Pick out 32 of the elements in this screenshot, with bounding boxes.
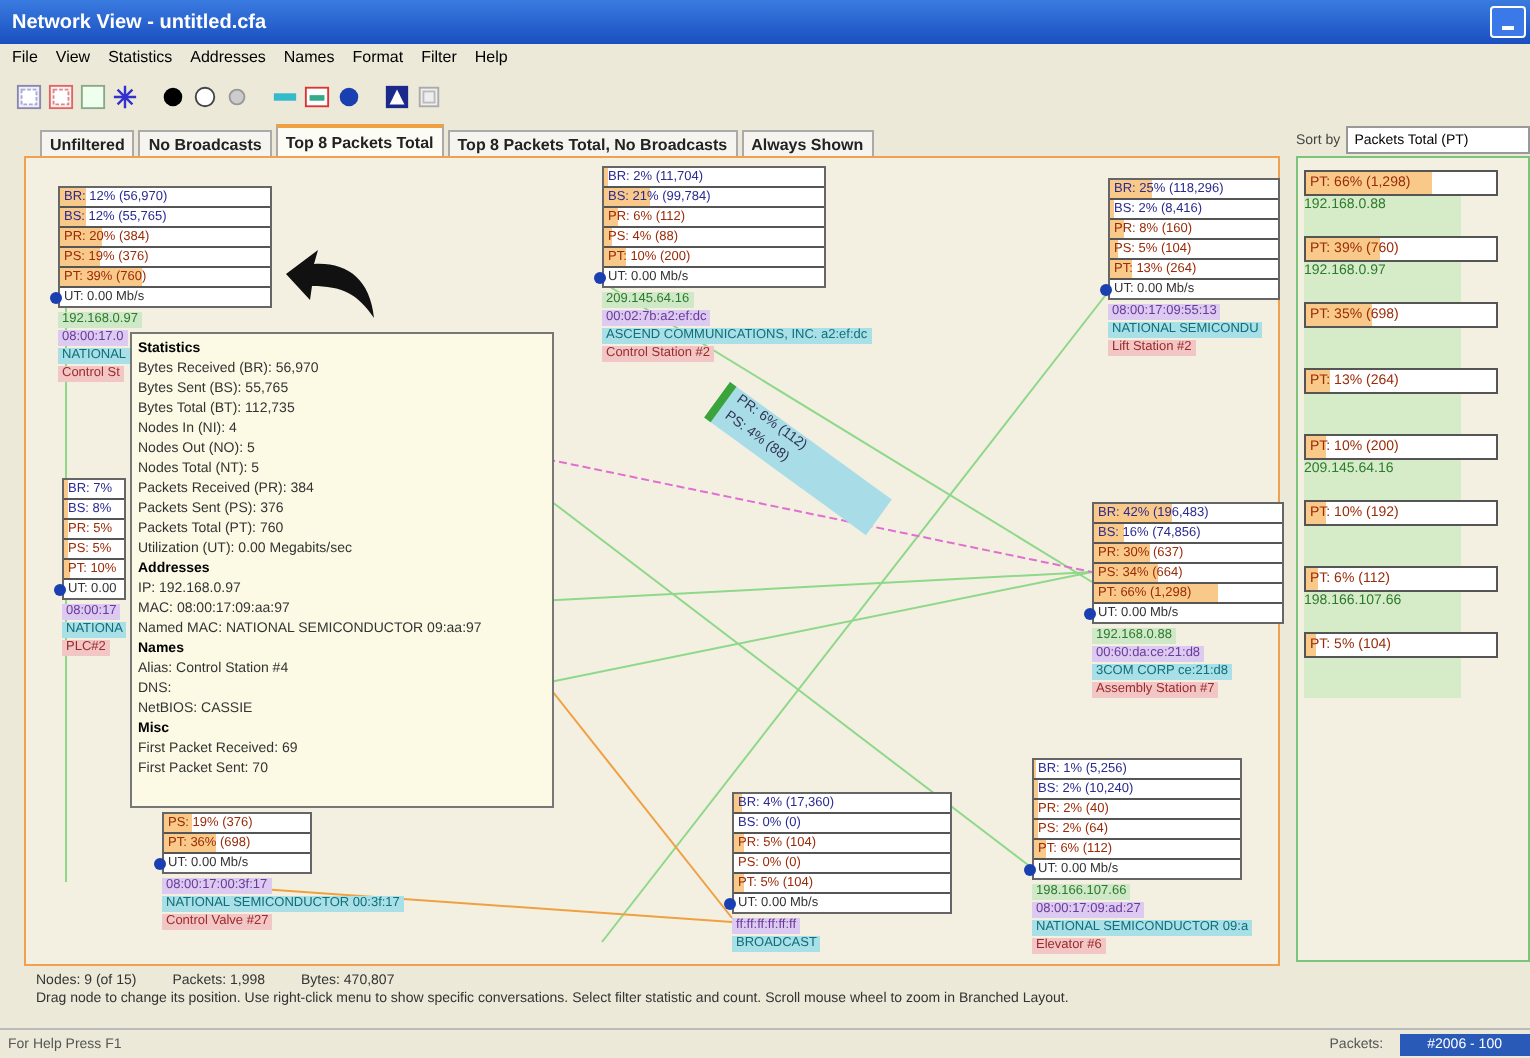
- menu-item[interactable]: Addresses: [190, 48, 266, 72]
- filled-circle-icon[interactable]: [160, 83, 186, 109]
- menu-item[interactable]: Statistics: [108, 48, 173, 72]
- menu-item[interactable]: View: [55, 48, 91, 72]
- tab[interactable]: Top 8 Packets Total: [275, 124, 444, 156]
- node-dot[interactable]: [54, 584, 66, 596]
- window-title: Network View - untitled.cfa: [12, 11, 269, 33]
- star-icon[interactable]: [112, 83, 138, 109]
- minimize-button[interactable]: [1490, 6, 1526, 38]
- menu-item[interactable]: Filter: [421, 48, 457, 72]
- menu-item[interactable]: Help: [474, 48, 508, 72]
- triangle-icon[interactable]: [384, 83, 410, 109]
- node-dot[interactable]: [50, 292, 62, 304]
- node-dot[interactable]: [724, 898, 736, 910]
- select-all-icon[interactable]: [16, 83, 42, 109]
- curved-arrow-icon: [286, 250, 374, 318]
- node-dot[interactable]: [1100, 284, 1112, 296]
- node-dot[interactable]: [594, 272, 606, 284]
- chart-icon[interactable]: [304, 83, 330, 109]
- node-icon[interactable]: [336, 83, 362, 109]
- tab[interactable]: Always Shown: [741, 130, 874, 156]
- tab[interactable]: Unfiltered: [40, 130, 135, 156]
- tab[interactable]: No Broadcasts: [138, 130, 272, 156]
- empty-circle-icon[interactable]: [192, 83, 218, 109]
- node-dot[interactable]: [154, 858, 166, 870]
- node-dot[interactable]: [1024, 864, 1036, 876]
- menu-item[interactable]: Names: [283, 48, 335, 72]
- node-dot[interactable]: [1084, 608, 1096, 620]
- tab[interactable]: Top 8 Packets Total, No Broadcasts: [447, 130, 738, 156]
- menu-item[interactable]: Format: [352, 48, 404, 72]
- select-icon[interactable]: [48, 83, 74, 109]
- menu-item[interactable]: File: [12, 48, 38, 72]
